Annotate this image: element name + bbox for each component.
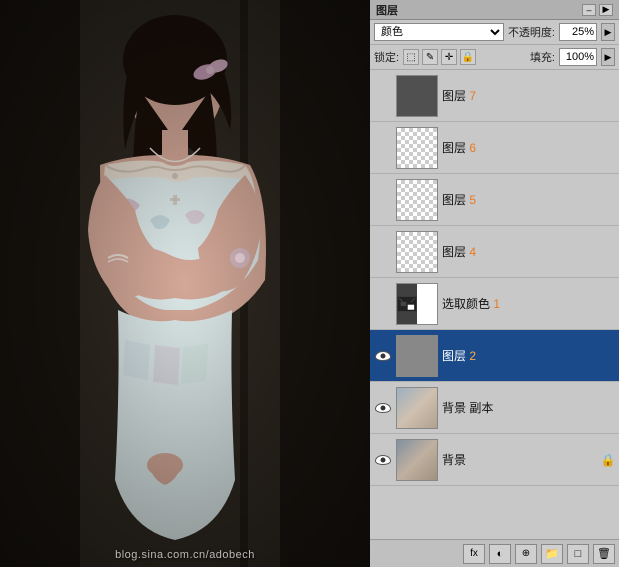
layer4-name: 图层 4 [442,243,615,260]
background-thumbnail [396,439,438,481]
panel-titlebar: 图层 – ▶ [370,0,619,20]
layers-list[interactable]: 图层 7 图层 6 图层 5 图层 4 [370,70,619,539]
new-group-btn[interactable]: 📁 [541,544,563,564]
layer-row-layer5[interactable]: 图层 5 [370,174,619,226]
layer6-thumbnail [396,127,438,169]
layer5-eye[interactable] [374,191,392,209]
fill-label: 填充: [530,49,555,65]
layer-style-btn[interactable]: fx [463,544,485,564]
fill-input[interactable] [559,48,597,66]
panel-bottom-toolbar: fx ◐ ⊕ 📁 □ 🗑 [370,539,619,567]
layer2-thumbnail [396,335,438,377]
lock-transparency-btn[interactable]: ⬚ [403,49,419,65]
selectcolor-name: 选取颜色 1 [442,295,615,312]
lock-paint-btn[interactable]: ✎ [422,49,438,65]
layer2-eye[interactable] [374,347,392,365]
background-lock-icon: 🔒 [601,453,615,467]
lock-move-btn[interactable]: ✛ [441,49,457,65]
layer-row-layer6[interactable]: 图层 6 [370,122,619,174]
bgcopy-eye[interactable] [374,399,392,417]
opacity-input[interactable] [559,23,597,41]
layer7-name: 图层 7 [442,87,615,104]
bgcopy-thumbnail [396,387,438,429]
layer7-thumbnail [396,75,438,117]
layer-row-layer7[interactable]: 图层 7 [370,70,619,122]
layer4-thumbnail [396,231,438,273]
layer6-name: 图层 6 [442,139,615,156]
layer4-eye[interactable] [374,243,392,261]
watermark-text: blog.sina.com.cn/adobech [115,549,255,561]
new-layer-btn[interactable]: □ [567,544,589,564]
opacity-arrow-btn[interactable]: ▶ [601,23,615,41]
layer-row-background[interactable]: 背景 🔒 [370,434,619,486]
blend-opacity-toolbar: 颜色 正常 溶解 不透明度: ▶ [370,20,619,45]
photo-canvas: blog.sina.com.cn/adobech [0,0,370,567]
layer-row-bgcopy[interactable]: 背景 副本 [370,382,619,434]
blend-mode-select[interactable]: 颜色 正常 溶解 [374,23,504,41]
lock-icons-group: ⬚ ✎ ✛ 🔒 [403,49,526,65]
lock-fill-toolbar: 锁定: ⬚ ✎ ✛ 🔒 填充: ▶ [370,45,619,70]
panel-menu-btn[interactable]: ▶ [599,4,613,16]
layers-panel: 图层 – ▶ 颜色 正常 溶解 不透明度: ▶ 锁定: ⬚ ✎ ✛ 🔒 填充: … [370,0,619,567]
delete-layer-btn[interactable]: 🗑 [593,544,615,564]
panel-title: 图层 [376,2,398,18]
layer-row-layer4[interactable]: 图层 4 [370,226,619,278]
panel-controls: – ▶ [582,4,613,16]
lock-label: 锁定: [374,49,399,65]
fill-arrow-btn[interactable]: ▶ [601,48,615,66]
layer5-name: 图层 5 [442,191,615,208]
layer5-thumbnail [396,179,438,221]
opacity-label: 不透明度: [508,24,555,40]
panel-collapse-btn[interactable]: – [582,4,596,16]
background-name: 背景 [442,451,597,468]
layer-row-selectcolor[interactable]: 选取颜色 1 [370,278,619,330]
background-eye[interactable] [374,451,392,469]
layer7-eye[interactable] [374,87,392,105]
add-mask-btn[interactable]: ◐ [489,544,511,564]
selectcolor-eye[interactable] [374,295,392,313]
layer2-name: 图层 2 [442,347,615,364]
lock-all-btn[interactable]: 🔒 [460,49,476,65]
bgcopy-name: 背景 副本 [442,399,615,416]
selectcolor-thumbnail [396,283,438,325]
adjustment-btn[interactable]: ⊕ [515,544,537,564]
layer-row-layer2[interactable]: 图层 2 [370,330,619,382]
layer6-eye[interactable] [374,139,392,157]
